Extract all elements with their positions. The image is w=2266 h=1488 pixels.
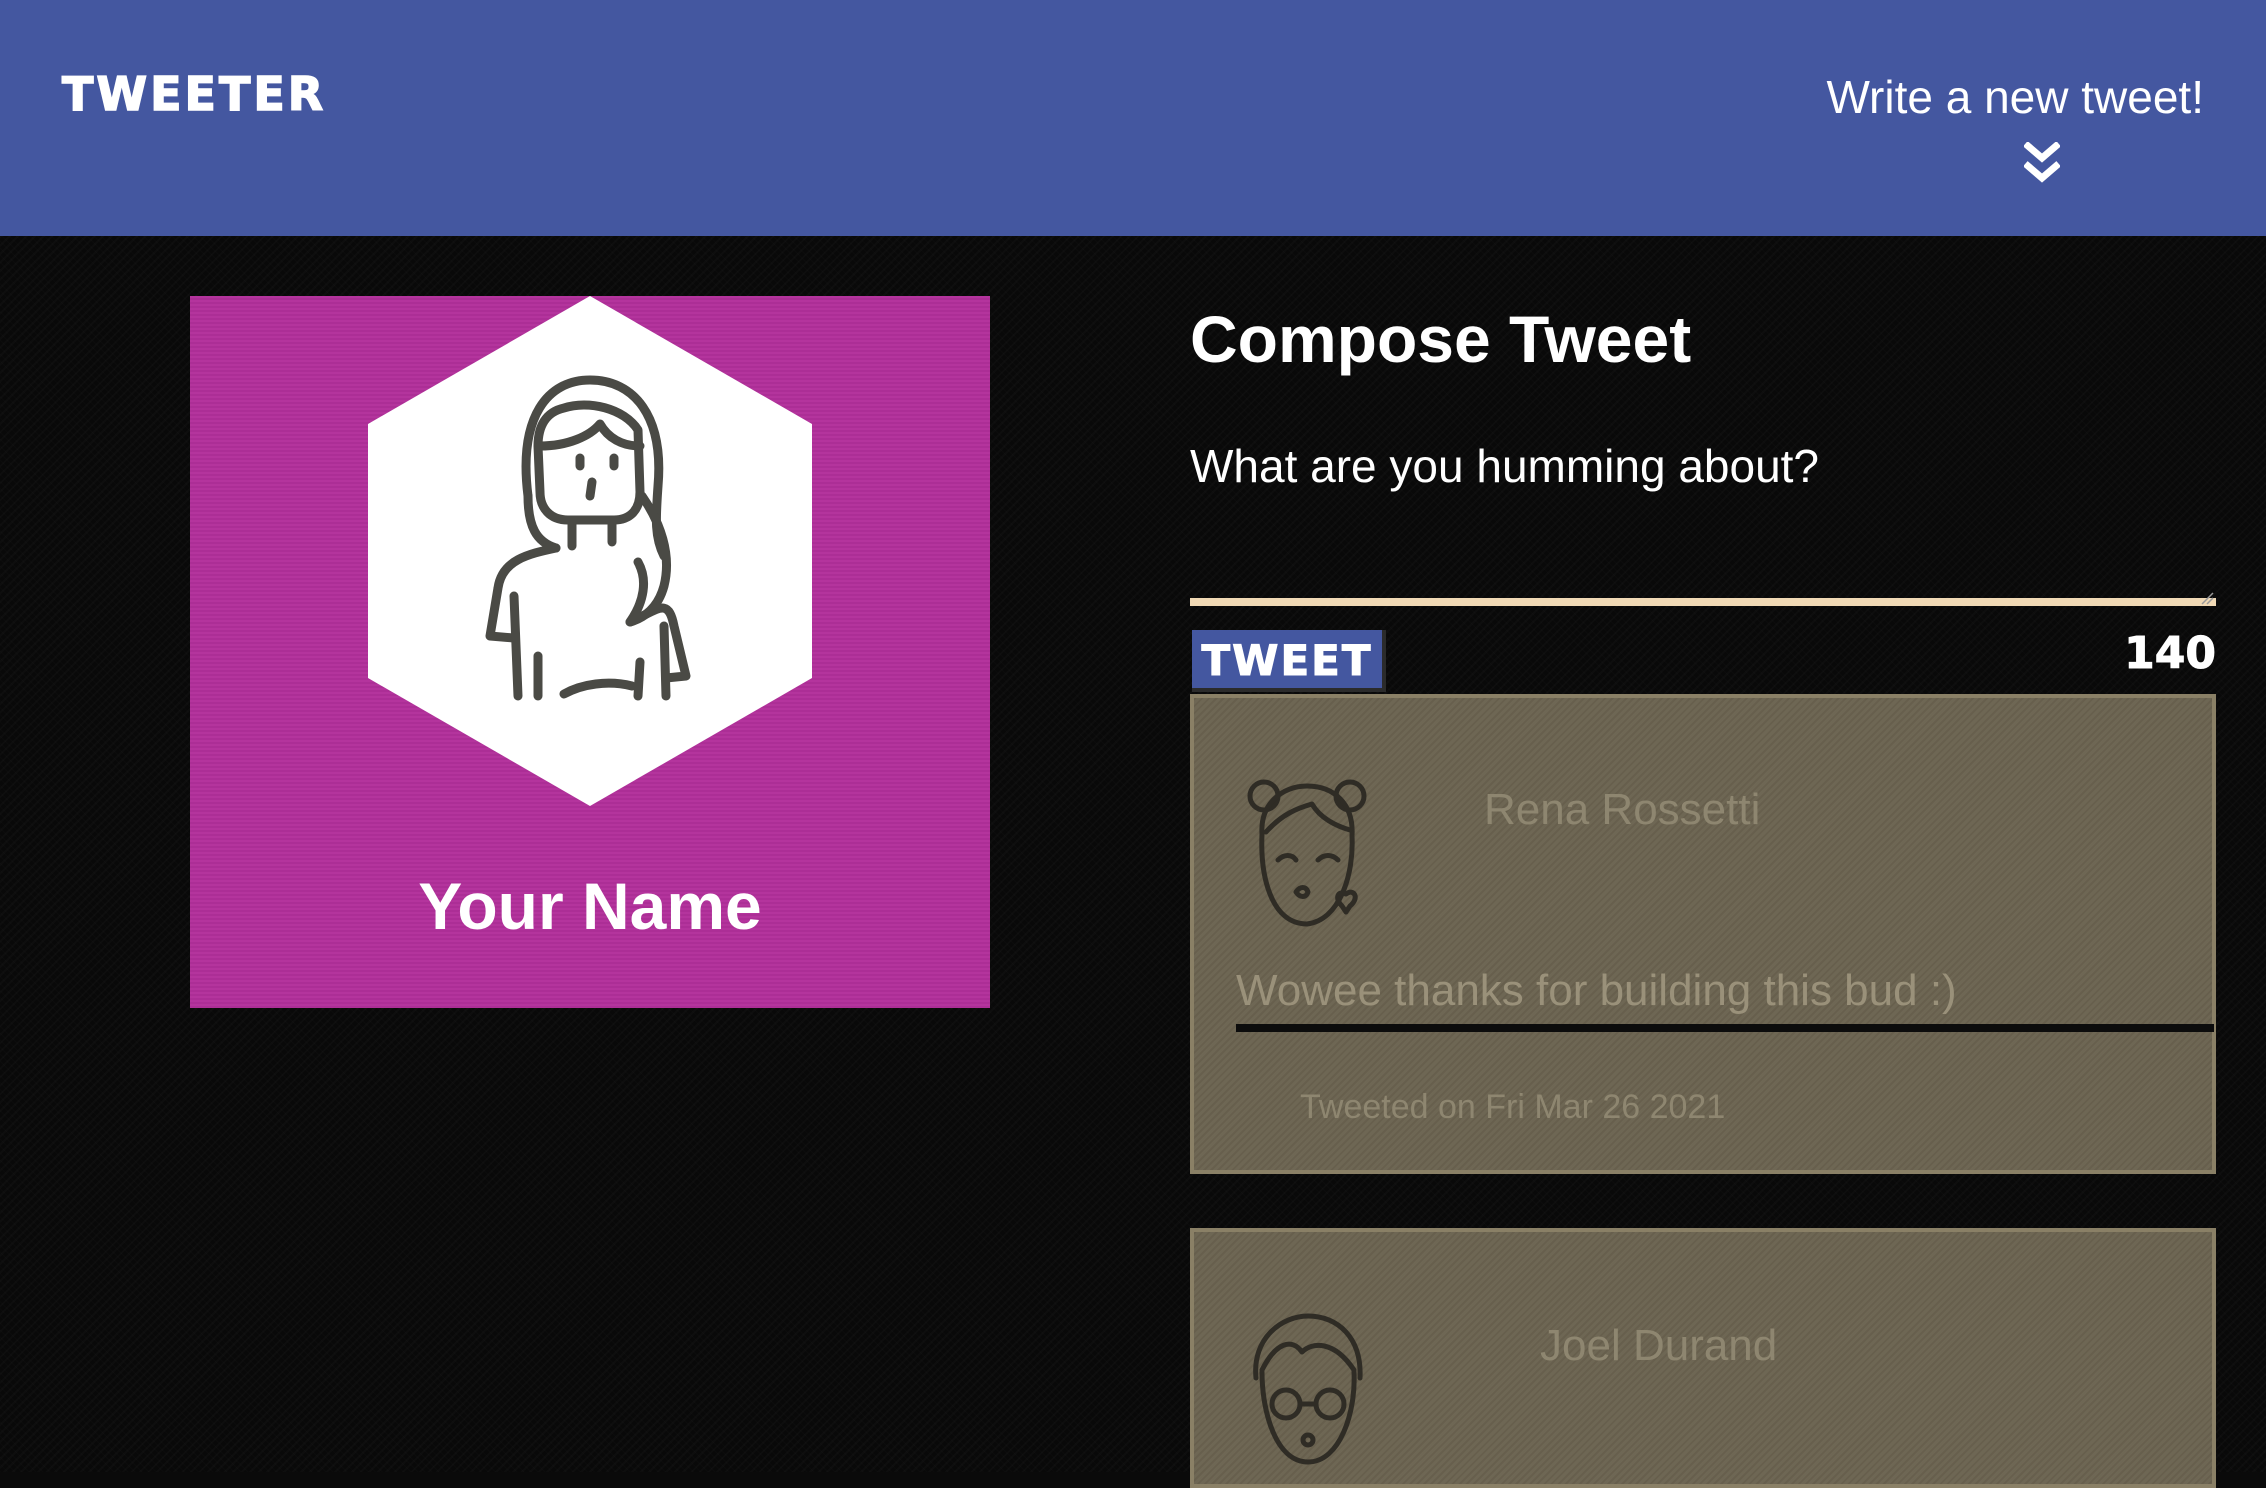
tweet-author: Rena Rossetti [1484, 785, 1761, 834]
profile-name: Your Name [418, 869, 762, 943]
character-counter: 140 [2124, 628, 2217, 680]
write-new-tweet-label[interactable]: Write a new tweet! [1826, 71, 2204, 123]
boy-with-glasses-avatar-icon [1253, 1313, 1363, 1465]
tweet-author: Joel Durand [1540, 1321, 1778, 1370]
tweet-avatar [1242, 1312, 1372, 1472]
kissing-girl-avatar-icon [1247, 779, 1367, 927]
write-new-tweet-toggle[interactable]: Write a new tweet! [1826, 62, 2204, 132]
resize-grip-icon[interactable] [2200, 590, 2214, 605]
profile-card: Your Name [190, 296, 990, 1008]
navbar: TWEETER Write a new tweet! [0, 0, 2266, 236]
double-chevron-down-icon[interactable] [2023, 141, 2061, 186]
tweet-card: Rena Rossetti Wowee thanks for building … [1190, 694, 2216, 1174]
tweet-card: Joel Durand [1190, 1228, 2216, 1488]
brand-logo[interactable]: TWEETER [61, 64, 326, 124]
tweet-content: Wowee thanks for building this bud :) [1236, 958, 2214, 1032]
tweet-textarea[interactable] [1190, 430, 2216, 606]
tweet-avatar [1242, 774, 1372, 934]
profile-avatar [368, 296, 812, 806]
compose-title: Compose Tweet [1190, 302, 1692, 376]
tweet-date: Tweeted on Fri Mar 26 2021 [1300, 1088, 1726, 1126]
tweet-submit-button[interactable]: TWEET [1192, 630, 1386, 692]
